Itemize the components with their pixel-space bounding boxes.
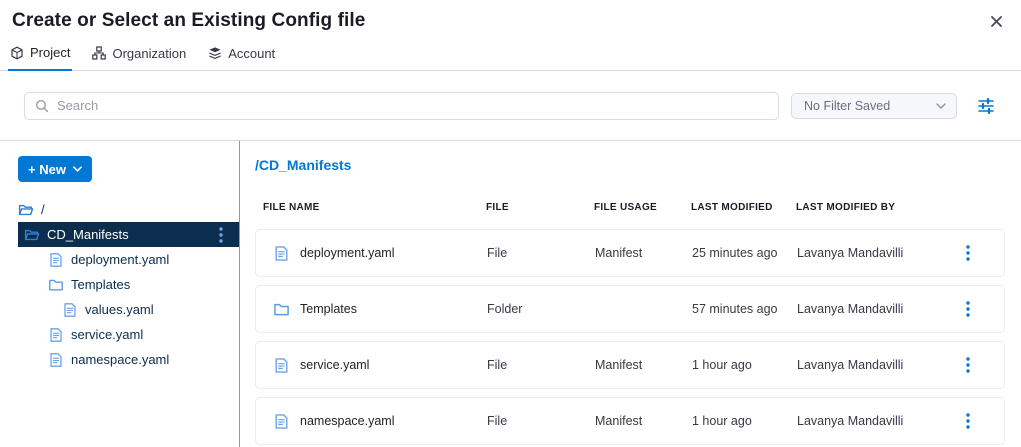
chevron-down-icon bbox=[73, 166, 82, 172]
row-last-modified: 25 minutes ago bbox=[692, 246, 797, 260]
row-menu-button[interactable] bbox=[932, 354, 1004, 376]
folder-icon bbox=[48, 277, 64, 293]
file-icon bbox=[273, 357, 290, 374]
col-last-modified: LAST MODIFIED bbox=[691, 202, 796, 213]
dialog-body: + New / CD_Manifests deployment.yaml Tem… bbox=[0, 141, 1021, 447]
chevron-down-icon bbox=[936, 103, 946, 109]
project-icon bbox=[10, 46, 24, 60]
table-row[interactable]: service.yaml File Manifest 1 hour ago La… bbox=[255, 341, 1005, 389]
row-file-type: Folder bbox=[487, 302, 595, 316]
search-icon bbox=[35, 99, 49, 113]
tree-item-deployment-yaml[interactable]: deployment.yaml bbox=[18, 247, 239, 272]
tree-item-label: / bbox=[41, 202, 45, 217]
table-header: FILE NAME FILE FILE USAGE LAST MODIFIED … bbox=[255, 201, 1005, 213]
row-last-modified: 57 minutes ago bbox=[692, 302, 797, 316]
dialog-header: Create or Select an Existing Config file bbox=[0, 0, 1021, 44]
tree-item-label: Templates bbox=[71, 277, 130, 292]
tree-item-root[interactable]: / bbox=[18, 197, 239, 222]
scope-tabs: Project Organization Account bbox=[0, 44, 1021, 71]
row-file-type: File bbox=[487, 246, 595, 260]
tab-organization[interactable]: Organization bbox=[90, 44, 188, 70]
file-tree-sidebar: + New / CD_Manifests deployment.yaml Tem… bbox=[0, 141, 240, 447]
tab-project[interactable]: Project bbox=[8, 44, 72, 71]
tree-item-namespace-yaml[interactable]: namespace.yaml bbox=[18, 347, 239, 372]
organization-icon bbox=[92, 46, 106, 60]
table-row[interactable]: Templates Folder 57 minutes ago Lavanya … bbox=[255, 285, 1005, 333]
tree-item-cd-manifests[interactable]: CD_Manifests bbox=[18, 222, 239, 247]
tab-account-label: Account bbox=[228, 46, 275, 61]
col-last-modified-by: LAST MODIFIED BY bbox=[796, 202, 931, 213]
row-file-type: File bbox=[487, 358, 595, 372]
row-file-name: deployment.yaml bbox=[300, 246, 395, 260]
tree-item-service-yaml[interactable]: service.yaml bbox=[18, 322, 239, 347]
filter-settings-button[interactable] bbox=[973, 94, 999, 118]
kebab-menu-icon bbox=[966, 357, 970, 373]
file-icon bbox=[48, 327, 64, 343]
account-icon bbox=[208, 46, 222, 60]
saved-filter-label: No Filter Saved bbox=[804, 99, 890, 113]
row-file-usage: Manifest bbox=[595, 246, 692, 260]
filter-sliders-icon bbox=[977, 98, 995, 114]
tree-item-label: values.yaml bbox=[85, 302, 154, 317]
tab-account[interactable]: Account bbox=[206, 44, 277, 70]
row-last-modified: 1 hour ago bbox=[692, 414, 797, 428]
tree-item-label: namespace.yaml bbox=[71, 352, 169, 367]
table-row[interactable]: deployment.yaml File Manifest 25 minutes… bbox=[255, 229, 1005, 277]
file-icon bbox=[48, 252, 64, 268]
row-menu-button[interactable] bbox=[932, 242, 1004, 264]
file-icon bbox=[273, 245, 290, 262]
file-icon bbox=[273, 413, 290, 430]
file-tree: / CD_Manifests deployment.yaml Templates… bbox=[0, 197, 239, 372]
file-icon bbox=[48, 352, 64, 368]
row-file-type: File bbox=[487, 414, 595, 428]
col-file-usage: FILE USAGE bbox=[594, 202, 691, 213]
close-icon bbox=[990, 15, 1003, 28]
row-menu-button[interactable] bbox=[932, 298, 1004, 320]
tree-item-menu-button[interactable] bbox=[213, 224, 229, 246]
new-button[interactable]: + New bbox=[18, 156, 92, 182]
row-file-usage: Manifest bbox=[595, 414, 692, 428]
col-file: FILE bbox=[486, 202, 594, 213]
col-file-name: FILE NAME bbox=[263, 202, 486, 213]
file-rows: deployment.yaml File Manifest 25 minutes… bbox=[255, 229, 1005, 445]
row-file-usage: Manifest bbox=[595, 358, 692, 372]
tree-item-label: CD_Manifests bbox=[47, 227, 129, 242]
page-title: Create or Select an Existing Config file bbox=[12, 10, 1007, 32]
file-icon bbox=[62, 302, 78, 318]
row-last-modified-by: Lavanya Mandavilli bbox=[797, 302, 932, 316]
search-input[interactable] bbox=[57, 98, 768, 113]
row-last-modified: 1 hour ago bbox=[692, 358, 797, 372]
tree-item-templates[interactable]: Templates bbox=[18, 272, 239, 297]
row-menu-button[interactable] bbox=[932, 410, 1004, 432]
row-last-modified-by: Lavanya Mandavilli bbox=[797, 414, 932, 428]
file-list-panel: /CD_Manifests FILE NAME FILE FILE USAGE … bbox=[240, 141, 1021, 447]
tree-item-values-yaml[interactable]: values.yaml bbox=[18, 297, 239, 322]
tree-item-label: service.yaml bbox=[71, 327, 143, 342]
kebab-menu-icon bbox=[966, 245, 970, 261]
tab-project-label: Project bbox=[30, 45, 70, 60]
toolbar: No Filter Saved bbox=[0, 71, 1021, 141]
row-file-name: service.yaml bbox=[300, 358, 369, 372]
kebab-menu-icon bbox=[966, 301, 970, 317]
folder-icon bbox=[273, 301, 290, 318]
table-row[interactable]: namespace.yaml File Manifest 1 hour ago … bbox=[255, 397, 1005, 445]
open-folder-icon bbox=[18, 202, 34, 218]
new-button-label: + New bbox=[28, 162, 66, 177]
row-last-modified-by: Lavanya Mandavilli bbox=[797, 246, 932, 260]
tab-organization-label: Organization bbox=[112, 46, 186, 61]
kebab-menu-icon bbox=[966, 413, 970, 429]
row-file-name: namespace.yaml bbox=[300, 414, 395, 428]
open-folder-icon bbox=[24, 227, 40, 243]
search-box[interactable] bbox=[24, 92, 779, 120]
row-file-name: Templates bbox=[300, 302, 357, 316]
breadcrumb[interactable]: /CD_Manifests bbox=[255, 157, 1005, 173]
kebab-menu-icon bbox=[219, 227, 223, 243]
row-last-modified-by: Lavanya Mandavilli bbox=[797, 358, 932, 372]
saved-filter-dropdown[interactable]: No Filter Saved bbox=[791, 93, 957, 119]
close-button[interactable] bbox=[988, 13, 1005, 30]
tree-item-label: deployment.yaml bbox=[71, 252, 169, 267]
